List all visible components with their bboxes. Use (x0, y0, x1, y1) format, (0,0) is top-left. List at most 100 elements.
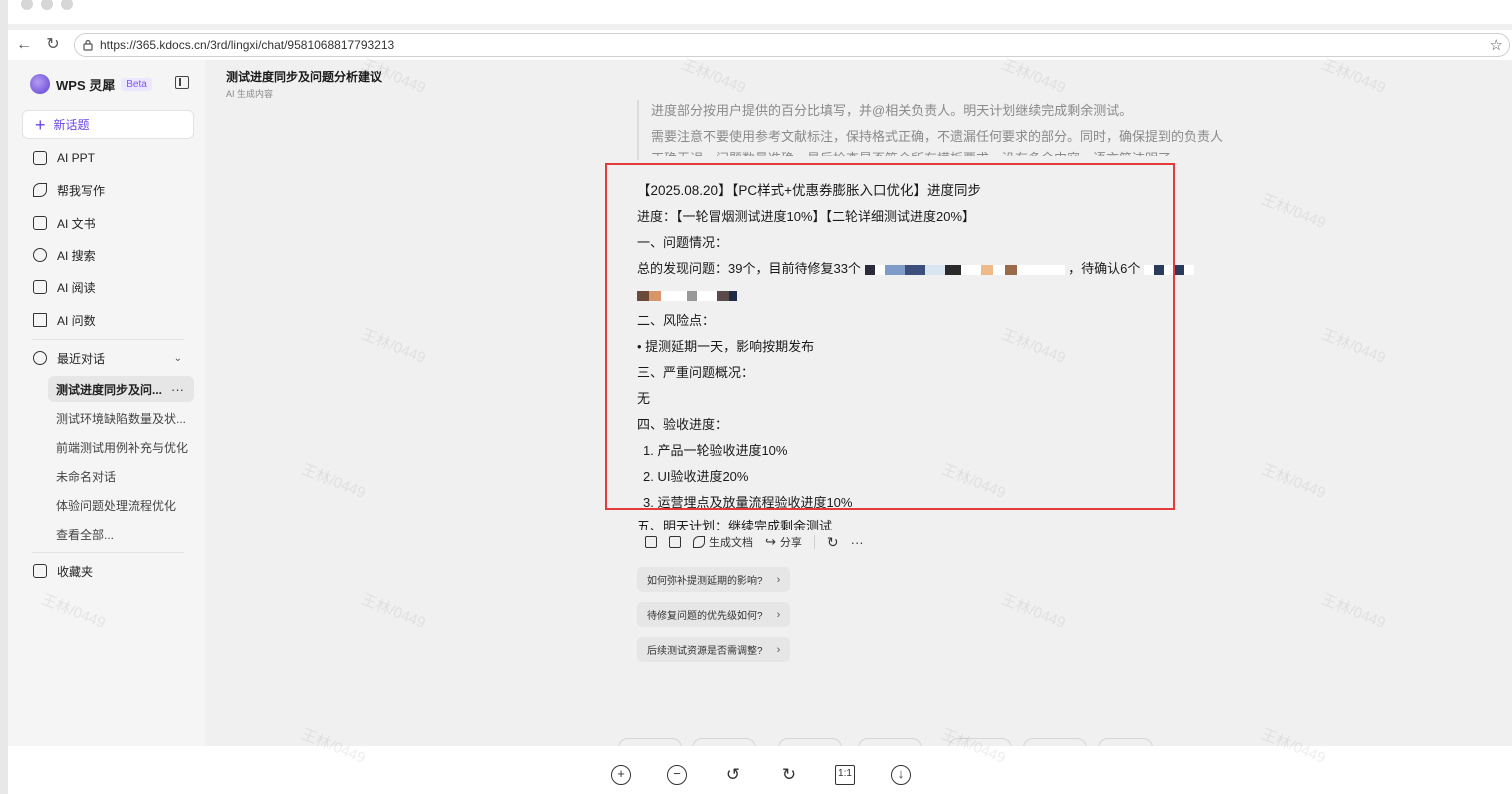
window-minimize-button[interactable] (41, 0, 53, 10)
history-item[interactable]: 体验问题处理流程优化 (48, 492, 194, 518)
acceptance-item: 2. UI验收进度20% (643, 469, 749, 484)
more-options-icon[interactable]: ··· (171, 382, 184, 397)
section-title: 四、验收进度： (637, 417, 729, 432)
more-icon[interactable]: ··· (851, 535, 864, 550)
section-title: 二、风险点： (637, 313, 716, 328)
sidebar-item-ai-data[interactable]: AI 问数 (22, 307, 194, 333)
clock-icon (33, 351, 47, 365)
sidebar: WPS 灵犀 Beta + 新话题 AI PPT 帮我写作 AI 文书 AI 搜… (8, 60, 205, 746)
redacted-row (637, 284, 1227, 305)
page-subtitle: AI 生成内容 (226, 89, 274, 99)
chat-main: 测试进度同步及问题分析建议 AI 生成内容 进度部分按用户提供的百分比填写，并@… (205, 60, 1512, 748)
history-item-label: 前端测试用例补充与优化 (56, 440, 189, 455)
browser-toolbar: ← ↻ https://365.kdocs.cn/3rd/lingxi/chat… (8, 30, 1512, 60)
sidebar-item-label: 收藏夹 (57, 564, 94, 579)
history-item[interactable]: 前端测试用例补充与优化 (48, 434, 194, 460)
tomorrow-plan: 五、明天计划：继续完成剩余测试 (637, 519, 833, 530)
suggestion-text: 后续测试资源是否需调整? (647, 646, 763, 657)
redacted-content (864, 264, 1065, 275)
issue-summary: 总的发现问题：39个，目前待修复33个 ，待确认6个 (637, 258, 1227, 279)
redacted-content (637, 290, 737, 301)
history-item[interactable]: 未命名对话 (48, 463, 194, 489)
back-arrow-icon[interactable]: ← (14, 35, 34, 55)
section-title: 三、严重问题概况： (637, 365, 755, 380)
zoom-out-icon[interactable]: − (667, 765, 687, 785)
url-text: https://365.kdocs.cn/3rd/lingxi/chat/958… (100, 38, 395, 52)
sidebar-collapse-icon[interactable] (175, 76, 189, 89)
severe-issue-text: 无 (637, 391, 651, 406)
sidebar-item-ai-ppt[interactable]: AI PPT (22, 145, 194, 171)
answer-actions: 生成文档 ↪ 分享 ↻ ··· (645, 532, 864, 552)
data-icon (33, 313, 47, 327)
view-all-link[interactable]: 查看全部... (48, 521, 194, 547)
sidebar-item-label: AI 问数 (57, 313, 96, 328)
new-topic-button[interactable]: + 新话题 (22, 110, 194, 139)
book-icon (33, 280, 47, 294)
history-item-label: 未命名对话 (56, 469, 117, 484)
chevron-right-icon: › (776, 608, 781, 621)
suggestion-chip[interactable]: 后续测试资源是否需调整? › (637, 637, 791, 662)
window-maximize-button[interactable] (61, 0, 73, 10)
generate-doc-label: 生成文档 (709, 537, 753, 549)
brand: WPS 灵犀 Beta (30, 74, 152, 94)
answer-block: 【2025.08.20】【PC样式+优惠券膨胀入口优化】进度同步 进度：【一轮冒… (637, 180, 1227, 535)
image-viewer-toolbar: + − ↺ ↻ 1:1 ↓ (8, 746, 1512, 794)
download-icon[interactable]: ↓ (891, 765, 911, 785)
beta-badge: Beta (121, 77, 152, 91)
pen-icon (693, 536, 705, 548)
reasoning-text: 进度部分按用户提供的百分比填写，并@相关负责人。明天计划继续完成剩余测试。 (651, 103, 1133, 118)
brand-name: WPS 灵犀 (56, 77, 116, 93)
plus-icon: + (35, 114, 46, 135)
sidebar-item-ai-reading[interactable]: AI 阅读 (22, 274, 194, 300)
page-title: 测试进度同步及问题分析建议 (226, 70, 383, 84)
actual-size-icon[interactable]: 1:1 (835, 765, 855, 785)
history-item-label: 测试进度同步及问... (56, 382, 163, 397)
reload-icon[interactable]: ↻ (43, 35, 63, 55)
recent-conversations-toggle[interactable]: 最近对话 ⌄ (22, 345, 194, 371)
history-item[interactable]: 测试环境缺陷数量及状... (48, 405, 194, 431)
chevron-down-icon: ⌄ (173, 352, 182, 364)
zoom-in-icon[interactable]: + (611, 765, 631, 785)
window-close-button[interactable] (21, 0, 33, 10)
reasoning-text: 需要注意不要使用参考文献标注，保持格式正确，不遗漏任何要求的部分。同时，确保提到… (651, 129, 1224, 156)
regenerate-icon[interactable]: ↻ (827, 534, 839, 551)
divider (813, 535, 815, 549)
sidebar-item-favorites[interactable]: 收藏夹 (22, 558, 194, 584)
history-item-active[interactable]: 测试进度同步及问... ··· (48, 376, 194, 402)
new-topic-label: 新话题 (53, 118, 90, 132)
window-titlebar (8, 0, 1512, 24)
rotate-left-icon[interactable]: ↺ (723, 765, 743, 785)
divider (32, 339, 184, 340)
section-title: 一、问题情况： (637, 235, 729, 250)
ppt-icon (33, 151, 47, 165)
divider (32, 552, 184, 553)
progress-line: 进度：【一轮冒烟测试进度10%】【二轮详细测试进度20%】 (637, 209, 976, 224)
sidebar-item-label: AI 文书 (57, 216, 96, 231)
sidebar-item-label: AI 阅读 (57, 280, 96, 295)
favorites-icon (33, 564, 47, 578)
copy-icon[interactable] (645, 536, 657, 548)
risk-item: • 提测延期一天，影响按期发布 (637, 339, 815, 354)
recent-label: 最近对话 (57, 351, 106, 366)
bookmark-star-icon[interactable]: ☆ (1490, 36, 1503, 54)
rotate-right-icon[interactable]: ↻ (779, 765, 799, 785)
suggestion-chip[interactable]: 待修复问题的优先级如何? › (637, 602, 791, 627)
generate-doc-button[interactable]: 生成文档 (693, 534, 753, 550)
sidebar-item-ai-search[interactable]: AI 搜索 (22, 242, 194, 268)
share-icon: ↪ (765, 534, 776, 549)
sidebar-item-label: 帮我写作 (57, 183, 106, 198)
chevron-right-icon: › (776, 573, 781, 586)
address-bar[interactable]: https://365.kdocs.cn/3rd/lingxi/chat/958… (74, 33, 1510, 57)
share-button[interactable]: ↪ 分享 (765, 534, 802, 550)
search-icon (33, 248, 47, 262)
history-item-label: 测试环境缺陷数量及状... (56, 411, 187, 426)
bookmark-icon[interactable] (669, 536, 681, 548)
reasoning-block: 进度部分按用户提供的百分比填写，并@相关负责人。明天计划继续完成剩余测试。 需要… (637, 100, 1227, 160)
issue-text: 总的发现问题：39个，目前待修复33个 (637, 261, 861, 276)
acceptance-item: 1. 产品一轮验收进度10% (643, 443, 788, 458)
share-label: 分享 (779, 537, 802, 549)
suggestion-chip[interactable]: 如何弥补提测延期的影响? › (637, 567, 791, 592)
wps-lingxi-logo-icon (30, 74, 50, 94)
sidebar-item-ai-document[interactable]: AI 文书 (22, 210, 194, 236)
sidebar-item-writing[interactable]: 帮我写作 (22, 177, 194, 203)
